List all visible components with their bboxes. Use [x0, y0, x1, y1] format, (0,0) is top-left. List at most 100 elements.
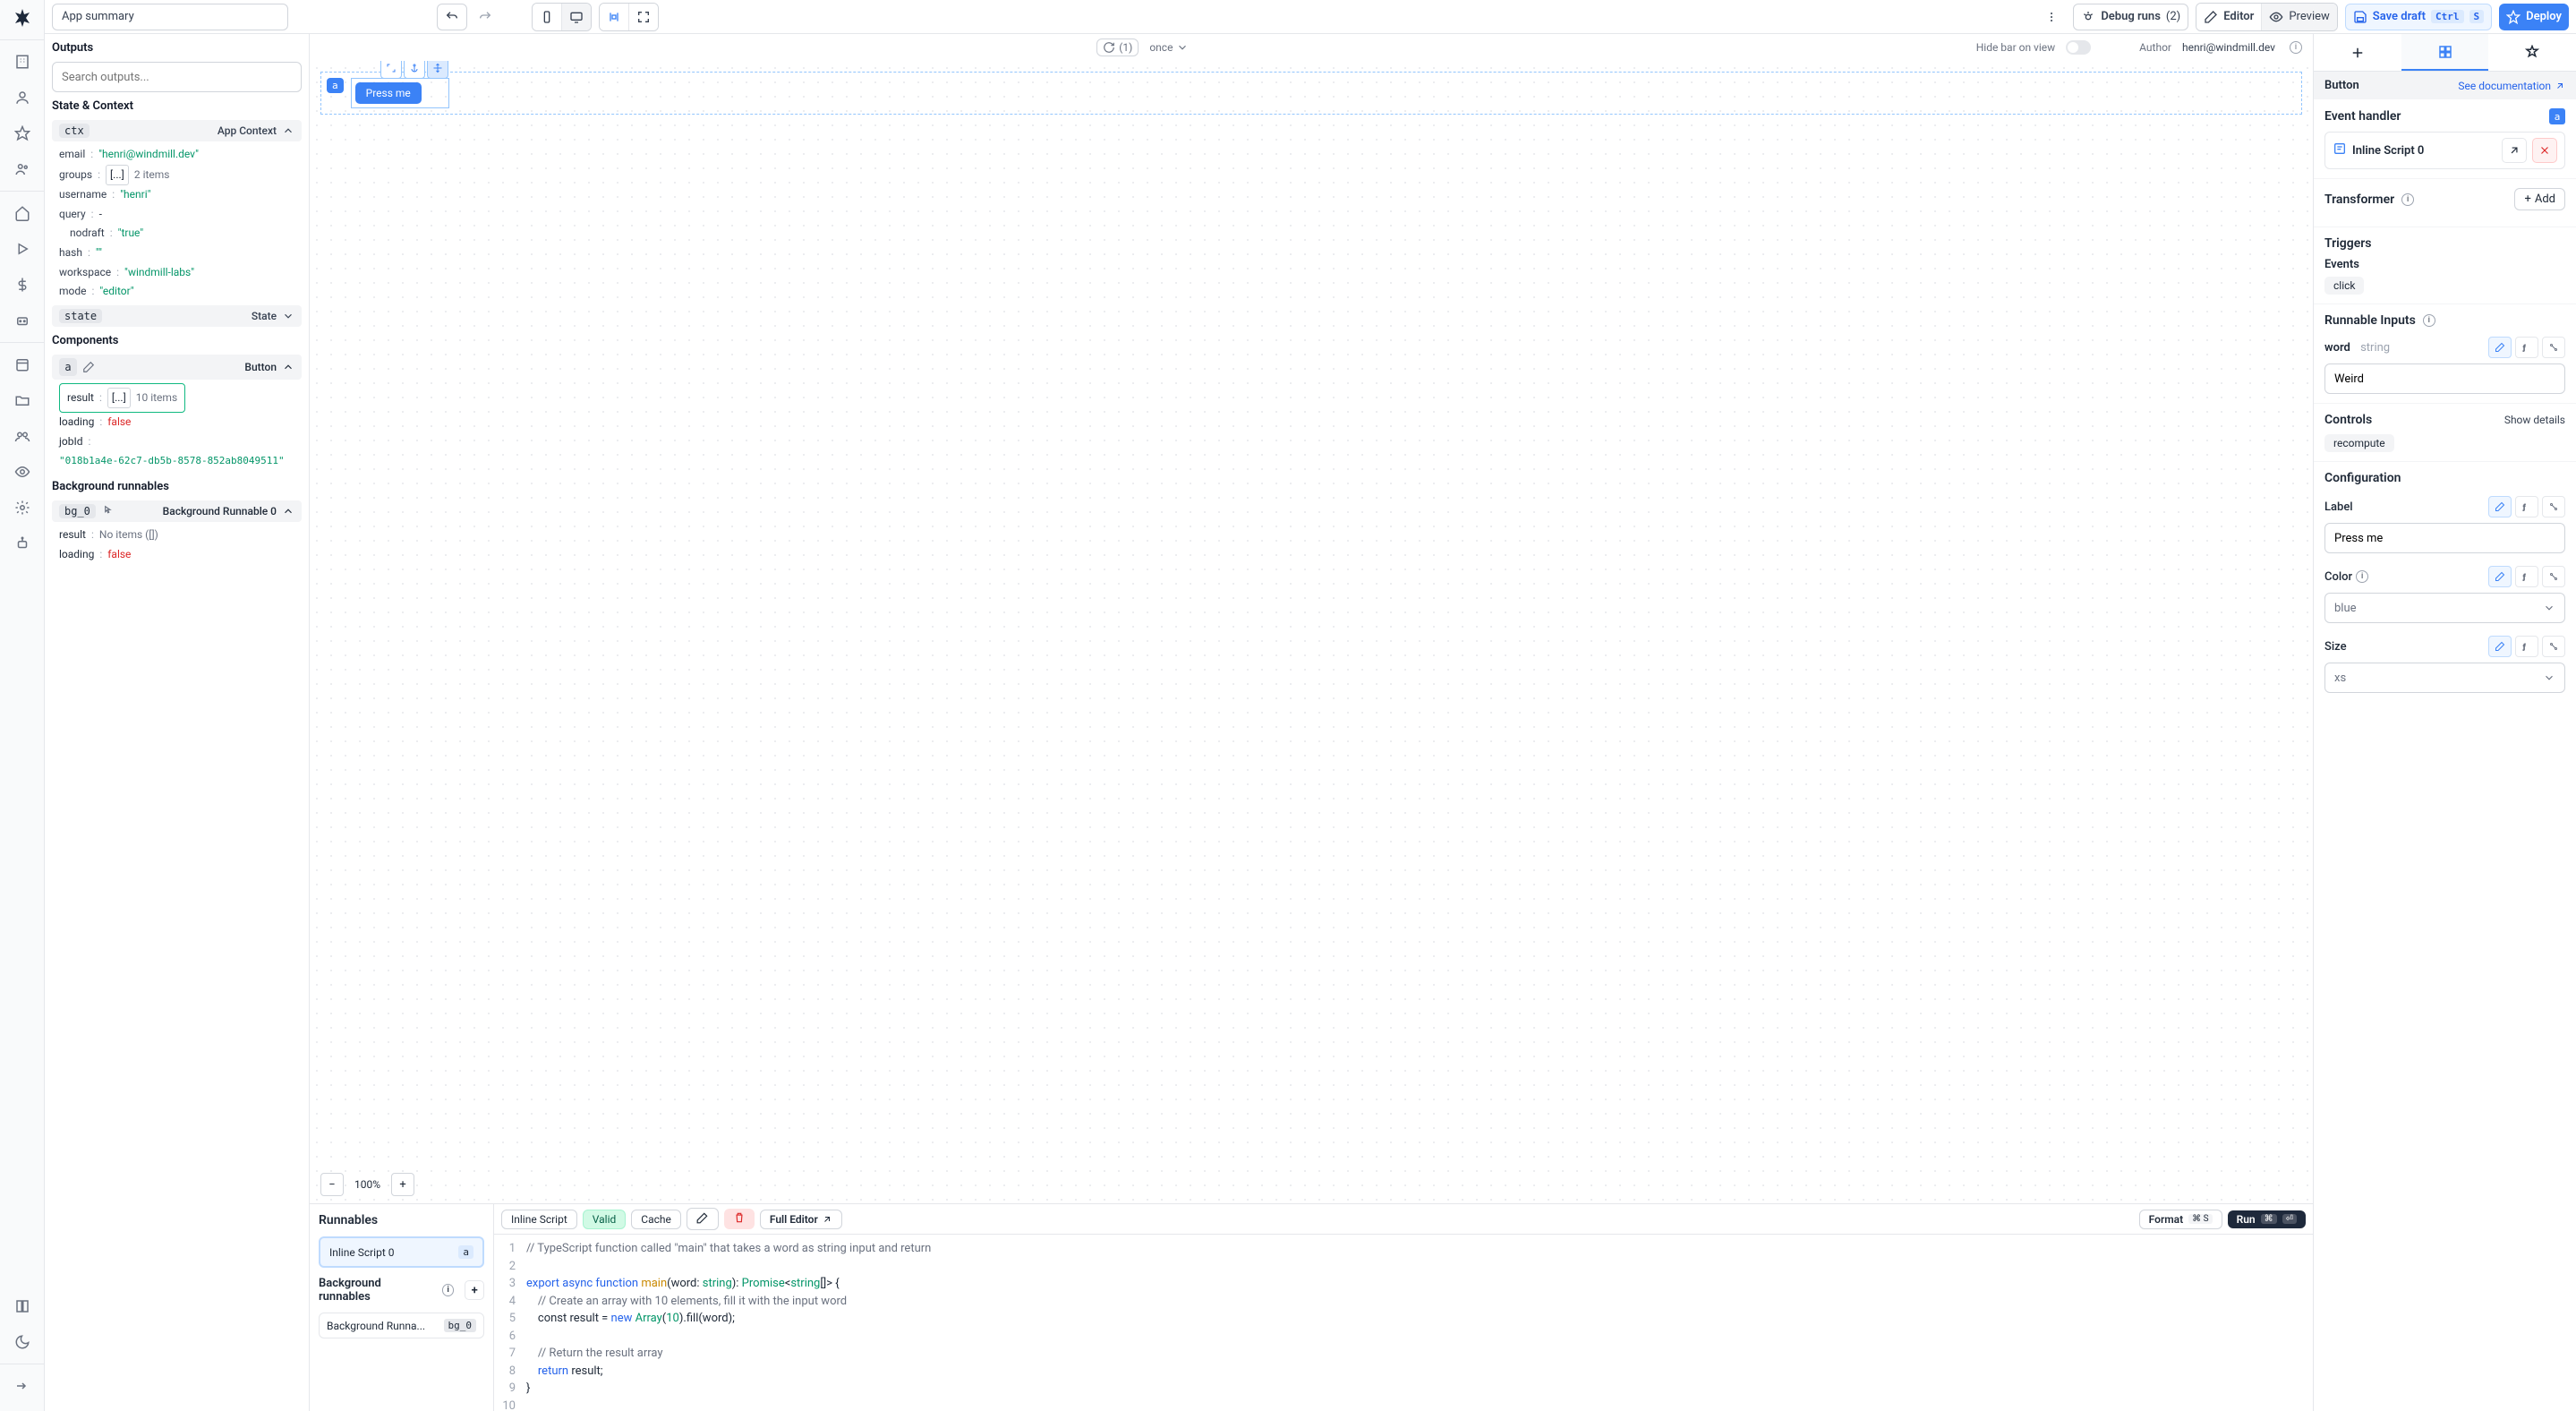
- component-a-type: Button: [244, 361, 277, 373]
- edit-mode-button[interactable]: [2488, 337, 2512, 358]
- info-icon[interactable]: i: [2401, 193, 2414, 206]
- size-select[interactable]: xs: [2324, 663, 2565, 693]
- save-draft-button[interactable]: Save draft Ctrl S: [2345, 4, 2492, 30]
- connect-mode-button[interactable]: [2542, 636, 2565, 657]
- remove-script-button[interactable]: [2532, 138, 2557, 163]
- canvas[interactable]: a Press me − 100% +: [310, 61, 2313, 1203]
- pointer-icon[interactable]: [101, 505, 114, 517]
- fx-mode-button[interactable]: ƒ: [2515, 566, 2538, 587]
- color-select[interactable]: blue: [2324, 593, 2565, 623]
- editor-tab[interactable]: Editor: [2196, 4, 2262, 30]
- search-outputs-input[interactable]: [52, 62, 302, 92]
- desktop-view-button[interactable]: [562, 4, 591, 30]
- run-button[interactable]: Run ⌘ ⏎: [2228, 1210, 2306, 1228]
- nav-bot-icon[interactable]: [0, 303, 45, 338]
- add-label: Add: [2535, 192, 2555, 206]
- tab-style[interactable]: [2488, 34, 2576, 71]
- ctx-header[interactable]: ctx App Context: [52, 120, 302, 141]
- nav-play-icon[interactable]: [0, 231, 45, 267]
- info-icon[interactable]: i: [2290, 41, 2302, 54]
- debug-runs-button[interactable]: Debug runs (2): [2073, 4, 2188, 30]
- press-me-button[interactable]: Press me: [355, 82, 422, 104]
- move-tool[interactable]: [427, 61, 448, 79]
- nav-theme-icon[interactable]: [0, 1324, 45, 1360]
- code-editor[interactable]: 12345678910 // TypeScript function calle…: [494, 1235, 2313, 1411]
- editor-tab-label: Editor: [2223, 10, 2254, 23]
- undo-button[interactable]: [437, 4, 467, 30]
- refresh-mode-select[interactable]: once: [1149, 41, 1189, 54]
- component-a-header[interactable]: a Button: [52, 355, 302, 380]
- canvas-row[interactable]: a Press me: [320, 72, 2302, 115]
- see-documentation-link[interactable]: See documentation: [2458, 80, 2565, 92]
- nav-folder-icon[interactable]: [0, 382, 45, 418]
- connect-mode-button[interactable]: [2542, 337, 2565, 358]
- show-details-link[interactable]: Show details: [2504, 414, 2565, 426]
- zoom-out-button[interactable]: −: [320, 1173, 344, 1196]
- hide-bar-toggle[interactable]: [2066, 40, 2091, 55]
- label-input[interactable]: [2324, 523, 2565, 553]
- format-button[interactable]: Format ⌘ S: [2139, 1210, 2222, 1229]
- component-a-id: a: [59, 358, 77, 376]
- info-icon[interactable]: i: [2423, 314, 2435, 327]
- center-align-button[interactable]: [600, 4, 629, 30]
- bg-runnable-item[interactable]: Background Runna... bg_0: [319, 1313, 484, 1338]
- tab-add[interactable]: [2314, 34, 2401, 71]
- connect-mode-button[interactable]: [2542, 566, 2565, 587]
- nav-users-icon[interactable]: [0, 151, 45, 187]
- full-editor-button[interactable]: Full Editor: [760, 1210, 842, 1229]
- delete-button[interactable]: [724, 1209, 755, 1229]
- info-icon[interactable]: i: [2356, 570, 2368, 583]
- fx-mode-button[interactable]: ƒ: [2515, 337, 2538, 358]
- expand-tool[interactable]: [380, 61, 402, 79]
- cache-pill[interactable]: Cache: [631, 1210, 681, 1229]
- tab-component[interactable]: [2401, 34, 2489, 71]
- fullscreen-button[interactable]: [629, 4, 658, 30]
- connect-mode-button[interactable]: [2542, 496, 2565, 517]
- info-icon[interactable]: i: [442, 1284, 455, 1296]
- preview-tab[interactable]: Preview: [2262, 4, 2336, 30]
- component-wrapper[interactable]: Press me: [351, 78, 449, 108]
- edit-mode-button[interactable]: [2488, 496, 2512, 517]
- edit-mode-button[interactable]: [2488, 566, 2512, 587]
- edit-icon[interactable]: [82, 361, 95, 373]
- deploy-button[interactable]: Deploy: [2499, 4, 2569, 30]
- runnable-item[interactable]: Inline Script 0 a: [319, 1236, 484, 1268]
- nav-star-icon[interactable]: [0, 115, 45, 151]
- bg0-header[interactable]: bg_0 Background Runnable 0: [52, 500, 302, 522]
- nav-collapse-icon[interactable]: [0, 1368, 45, 1404]
- nav-building-icon[interactable]: [0, 44, 45, 80]
- edit-mode-button[interactable]: [2488, 636, 2512, 657]
- redo-button[interactable]: [471, 4, 499, 30]
- nav-settings-icon[interactable]: [0, 490, 45, 526]
- wand-button[interactable]: [687, 1208, 719, 1230]
- nav-eye-icon[interactable]: [0, 454, 45, 490]
- code-content[interactable]: // TypeScript function called "main" tha…: [521, 1235, 2313, 1411]
- more-menu-button[interactable]: [2037, 4, 2066, 30]
- nav-home-icon[interactable]: [0, 195, 45, 231]
- nav-group-icon[interactable]: [0, 418, 45, 454]
- zoom-in-button[interactable]: +: [391, 1173, 414, 1196]
- inline-script-pill[interactable]: Inline Script: [501, 1210, 577, 1229]
- bg-runnable-label: Background Runna...: [327, 1320, 425, 1332]
- ctx-groups-badge[interactable]: [...]: [106, 165, 129, 186]
- word-input[interactable]: [2324, 363, 2565, 394]
- result-box[interactable]: result: [...] 10 items: [59, 383, 185, 414]
- open-script-button[interactable]: [2502, 138, 2527, 163]
- anchor-tool[interactable]: [404, 61, 425, 79]
- chevron-down-icon: [2543, 671, 2555, 684]
- app-summary-input[interactable]: [52, 4, 288, 30]
- code-toolbar: Inline Script Valid Cache Full Editor: [494, 1204, 2313, 1235]
- nav-calendar-icon[interactable]: [0, 346, 45, 382]
- add-bg-runnable-button[interactable]: +: [465, 1280, 484, 1300]
- nav-user-icon[interactable]: [0, 80, 45, 115]
- nav-book-icon[interactable]: [0, 1288, 45, 1324]
- nav-robot-icon[interactable]: [0, 526, 45, 561]
- event-handler-title: Event handler: [2324, 109, 2401, 124]
- state-header[interactable]: state State: [52, 305, 302, 327]
- fx-mode-button[interactable]: ƒ: [2515, 636, 2538, 657]
- nav-dollar-icon[interactable]: [0, 267, 45, 303]
- add-transformer-button[interactable]: +Add: [2514, 188, 2565, 210]
- mobile-view-button[interactable]: [533, 4, 562, 30]
- refresh-button[interactable]: (1): [1096, 38, 1139, 56]
- fx-mode-button[interactable]: ƒ: [2515, 496, 2538, 517]
